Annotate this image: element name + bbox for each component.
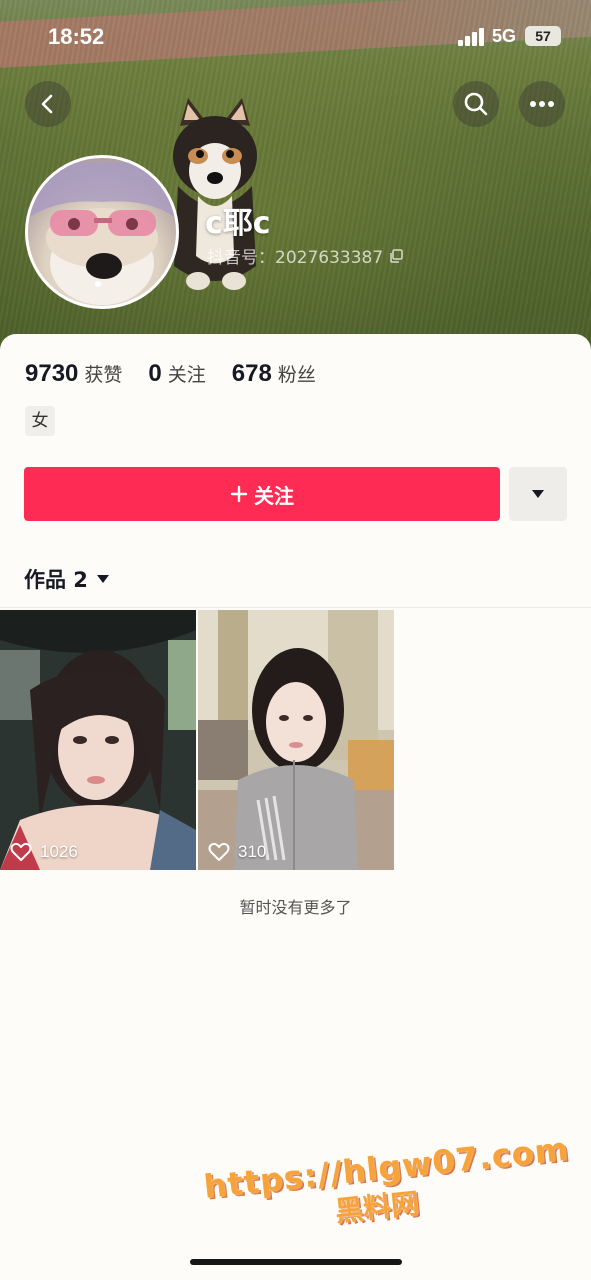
stat-following[interactable]: 0 关注 bbox=[148, 360, 205, 388]
stats-row: 9730 获赞 0 关注 678 粉丝 bbox=[25, 360, 342, 388]
video-cover-image bbox=[0, 610, 196, 870]
tab-works-label: 作品 2 bbox=[24, 568, 88, 592]
signal-icon bbox=[458, 28, 484, 46]
video-1-likes: 1026 bbox=[10, 842, 78, 862]
video-2-likes: 310 bbox=[208, 842, 266, 862]
follow-button-label: 关注 bbox=[254, 483, 294, 508]
stat-following-value: 0 bbox=[148, 360, 162, 387]
copy-icon[interactable] bbox=[389, 248, 403, 263]
back-button[interactable] bbox=[25, 81, 71, 127]
stat-followers[interactable]: 678 粉丝 bbox=[232, 360, 316, 388]
home-indicator[interactable] bbox=[190, 1259, 402, 1265]
more-options-button[interactable] bbox=[519, 81, 565, 127]
tab-divider bbox=[0, 607, 591, 608]
recommend-dropdown-button[interactable] bbox=[509, 467, 567, 521]
search-icon bbox=[464, 92, 488, 116]
network-label: 5G bbox=[492, 26, 517, 46]
tab-works[interactable]: 作品 2 bbox=[24, 564, 110, 594]
follow-button[interactable]: 关注 bbox=[24, 467, 500, 521]
douyin-id-row[interactable]: 抖音号：2027633387 bbox=[207, 243, 403, 268]
ellipsis-icon bbox=[530, 101, 554, 107]
stat-likes-value: 9730 bbox=[25, 360, 79, 387]
avatar-dog-image bbox=[28, 162, 176, 305]
video-1-likes-count: 1026 bbox=[40, 842, 78, 861]
heart-icon bbox=[10, 842, 32, 861]
video-thumbnail-2[interactable]: 310 bbox=[198, 610, 394, 870]
triangle-down-icon bbox=[532, 490, 544, 498]
status-bar: 18:52 5G 57 bbox=[0, 0, 591, 70]
battery-icon: 57 bbox=[525, 26, 561, 46]
caret-down-icon bbox=[96, 575, 109, 583]
stat-likes[interactable]: 9730 获赞 bbox=[25, 360, 122, 388]
profile-nickname: c耶c bbox=[205, 206, 271, 241]
douyin-id-text: 抖音号：2027633387 bbox=[207, 248, 384, 268]
stat-followers-label: 粉丝 bbox=[277, 364, 316, 386]
status-time: 18:52 bbox=[48, 24, 105, 49]
video-cover-image bbox=[198, 610, 394, 870]
gender-badge: 女 bbox=[25, 406, 55, 436]
heart-icon bbox=[208, 842, 230, 861]
search-button[interactable] bbox=[453, 81, 499, 127]
stat-followers-value: 678 bbox=[231, 360, 272, 387]
stat-likes-label: 获赞 bbox=[84, 364, 123, 386]
stat-following-label: 关注 bbox=[167, 364, 206, 386]
video-thumbnail-1[interactable]: 1026 bbox=[0, 610, 196, 870]
plus-icon bbox=[230, 485, 248, 503]
video-2-likes-count: 310 bbox=[238, 842, 267, 861]
chevron-left-icon bbox=[41, 94, 53, 114]
end-of-list-text: 暂时没有更多了 bbox=[239, 898, 352, 917]
avatar[interactable] bbox=[25, 155, 179, 309]
